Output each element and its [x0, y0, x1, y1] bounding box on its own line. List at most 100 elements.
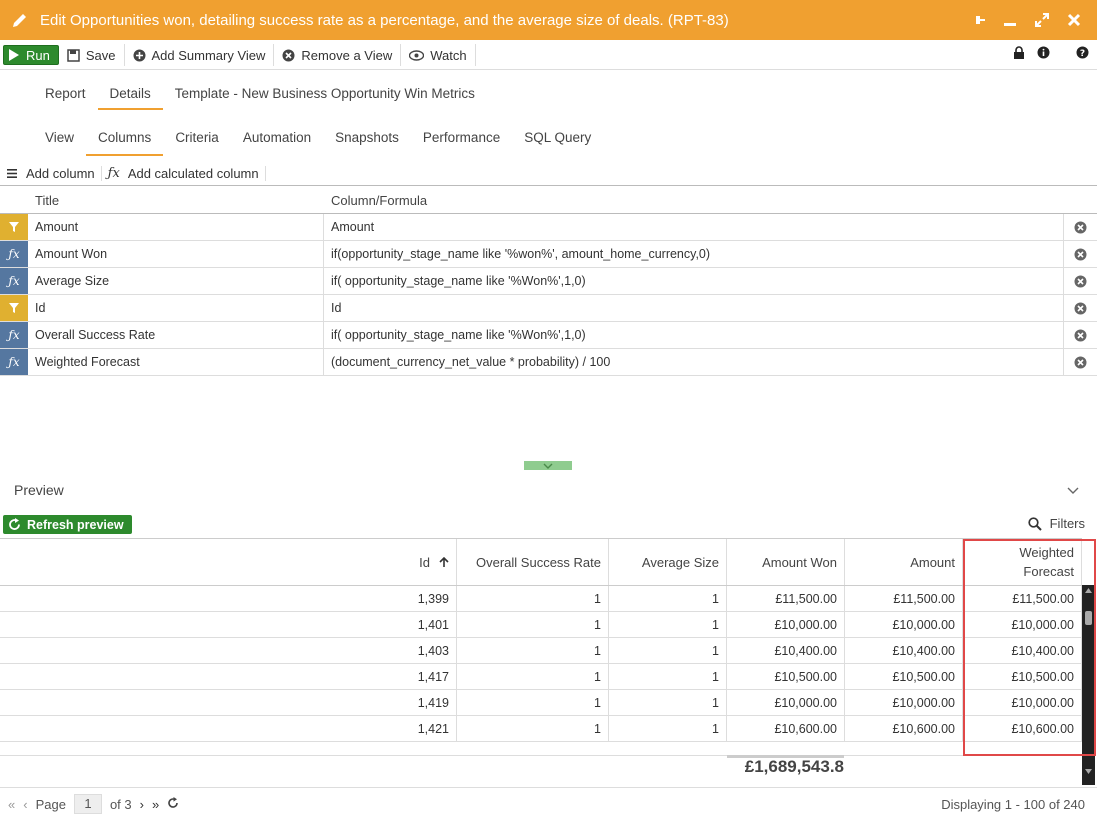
maximize-icon[interactable] — [1033, 11, 1051, 29]
tab-report[interactable]: Report — [33, 80, 98, 110]
cell-id: 1,403 — [0, 638, 457, 663]
table-row[interactable]: 1,421 1 1 £10,600.00 £10,600.00 £10,600.00 — [0, 716, 1082, 742]
pagination-bar: « ‹ Page 1 of 3 › » Displaying 1 - 100 o… — [0, 787, 1097, 820]
watch-button[interactable]: Watch — [401, 44, 476, 66]
plus-circle-icon — [133, 49, 145, 61]
cell-overall-success-rate: 1 — [457, 716, 609, 741]
remove-column-icon[interactable] — [1064, 329, 1097, 342]
column-row[interactable]: ƒx Amount Won if(opportunity_stage_name li… — [0, 241, 1097, 268]
table-row[interactable]: 1,401 1 1 £10,000.00 £10,000.00 £10,000.00 — [0, 612, 1082, 638]
lock-icon[interactable] — [1013, 46, 1025, 62]
remove-view-button[interactable]: Remove a View — [274, 44, 402, 66]
sub-tabs: View Columns Criteria Automation Snapsho… — [33, 124, 603, 156]
cell-weighted-forecast: £10,600.00 — [963, 716, 1082, 741]
columns-grid: Title Column/Formula Amount Amount ƒx Amoun… — [0, 187, 1097, 376]
column-row[interactable]: ƒx Overall Success Rate if( opportunity_st… — [0, 322, 1097, 349]
top-tabs: Report Details Template - New Business O… — [33, 80, 487, 110]
cell-amount-won: £10,000.00 — [727, 690, 845, 715]
filters-button[interactable]: Filters — [1027, 516, 1085, 531]
column-formula[interactable]: Id — [324, 295, 1064, 321]
chevron-down-icon[interactable] — [1067, 483, 1079, 498]
tab-details[interactable]: Details — [97, 80, 164, 110]
tab-view[interactable]: View — [33, 124, 86, 156]
tab-snapshots[interactable]: Snapshots — [323, 124, 411, 156]
column-title[interactable]: Amount Won — [28, 241, 324, 267]
tab-sql-query[interactable]: SQL Query — [512, 124, 603, 156]
cell-average-size: 1 — [609, 586, 727, 611]
info-icon[interactable] — [1037, 46, 1050, 62]
chevron-down-icon — [543, 463, 553, 469]
col-header-amount[interactable]: Amount — [845, 539, 963, 585]
tab-automation[interactable]: Automation — [231, 124, 323, 156]
col-header-weighted-forecast[interactable]: Weighted Forecast — [963, 539, 1082, 585]
run-button[interactable]: Run — [3, 45, 59, 65]
tab-performance[interactable]: Performance — [411, 124, 512, 156]
tab-template[interactable]: Template - New Business Opportunity Win … — [163, 80, 487, 110]
svg-text:?: ? — [1080, 49, 1085, 59]
remove-column-icon[interactable] — [1064, 302, 1097, 315]
last-page-icon[interactable]: » — [152, 797, 159, 812]
next-page-icon[interactable]: › — [140, 797, 144, 812]
minimize-icon[interactable] — [1001, 11, 1019, 29]
column-formula[interactable]: if( opportunity_stage_name like '%Won%',… — [324, 268, 1064, 294]
col-header-average-size[interactable]: Average Size — [609, 539, 727, 585]
cell-weighted-forecast: £10,000.00 — [963, 612, 1082, 637]
filter-icon — [0, 295, 28, 321]
pin-icon[interactable] — [969, 11, 987, 29]
fx-icon: ƒx — [0, 322, 28, 348]
remove-column-icon[interactable] — [1064, 275, 1097, 288]
table-row[interactable]: 1,403 1 1 £10,400.00 £10,400.00 £10,400.00 — [0, 638, 1082, 664]
page-input[interactable]: 1 — [73, 794, 102, 814]
column-row[interactable]: ƒx Average Size if( opportunity_stage_name… — [0, 268, 1097, 295]
table-scrollbar[interactable] — [1082, 585, 1095, 785]
prev-page-icon[interactable]: ‹ — [23, 797, 27, 812]
close-icon[interactable] — [1065, 11, 1083, 29]
column-formula[interactable]: if( opportunity_stage_name like '%Won%',… — [324, 322, 1064, 348]
tab-columns[interactable]: Columns — [86, 124, 164, 156]
table-row[interactable]: 1,417 1 1 £10,500.00 £10,500.00 £10,500.00 — [0, 664, 1082, 690]
column-title[interactable]: Id — [28, 295, 324, 321]
table-row[interactable]: 1,419 1 1 £10,000.00 £10,000.00 £10,000.00 — [0, 690, 1082, 716]
column-formula[interactable]: if(opportunity_stage_name like '%won%', … — [324, 241, 1064, 267]
cell-amount-won: £10,400.00 — [727, 638, 845, 663]
cell-overall-success-rate: 1 — [457, 612, 609, 637]
cell-amount-won: £10,000.00 — [727, 612, 845, 637]
col-header-amount-won[interactable]: Amount Won — [727, 539, 845, 585]
column-formula[interactable]: (document_currency_net_value * probabili… — [324, 349, 1064, 375]
column-title[interactable]: Average Size — [28, 268, 324, 294]
add-column-button[interactable]: Add column — [0, 166, 102, 181]
remove-column-icon[interactable] — [1064, 356, 1097, 369]
splitter-handle[interactable] — [524, 461, 572, 470]
filters-label: Filters — [1049, 516, 1085, 531]
cell-overall-success-rate: 1 — [457, 586, 609, 611]
tab-criteria[interactable]: Criteria — [163, 124, 231, 156]
column-row[interactable]: Id Id — [0, 295, 1097, 322]
add-summary-view-button[interactable]: Add Summary View — [125, 44, 275, 66]
help-icon[interactable]: ? — [1076, 46, 1089, 62]
page-label: Page — [35, 796, 66, 812]
add-calculated-column-button[interactable]: ƒx Add calculated column — [102, 166, 266, 181]
column-formula[interactable]: Amount — [324, 214, 1064, 240]
refresh-preview-button[interactable]: Refresh preview — [3, 515, 132, 534]
remove-column-icon[interactable] — [1064, 248, 1097, 261]
col-header-id[interactable]: Id — [0, 539, 457, 585]
column-title[interactable]: Overall Success Rate — [28, 322, 324, 348]
fx-icon: ƒx — [107, 166, 120, 181]
refresh-icon[interactable] — [167, 796, 179, 812]
cell-overall-success-rate: 1 — [457, 638, 609, 663]
column-title[interactable]: Amount — [28, 214, 324, 240]
fx-icon: ƒx — [0, 349, 28, 375]
column-row[interactable]: Amount Amount — [0, 214, 1097, 241]
column-title[interactable]: Weighted Forecast — [28, 349, 324, 375]
save-button[interactable]: Save — [59, 44, 125, 66]
table-row[interactable]: 1,399 1 1 £11,500.00 £11,500.00 £11,500.00 — [0, 586, 1082, 612]
amount-won-total: £1,689,543.8 — [744, 757, 844, 776]
first-page-icon[interactable]: « — [8, 797, 15, 812]
pencil-icon — [0, 11, 40, 29]
remove-column-icon[interactable] — [1064, 221, 1097, 234]
save-icon — [67, 48, 80, 62]
list-icon — [7, 169, 17, 178]
column-row[interactable]: ƒx Weighted Forecast (document_currency_ne… — [0, 349, 1097, 376]
col-header-overall-success-rate[interactable]: Overall Success Rate — [457, 539, 609, 585]
cell-overall-success-rate: 1 — [457, 664, 609, 689]
